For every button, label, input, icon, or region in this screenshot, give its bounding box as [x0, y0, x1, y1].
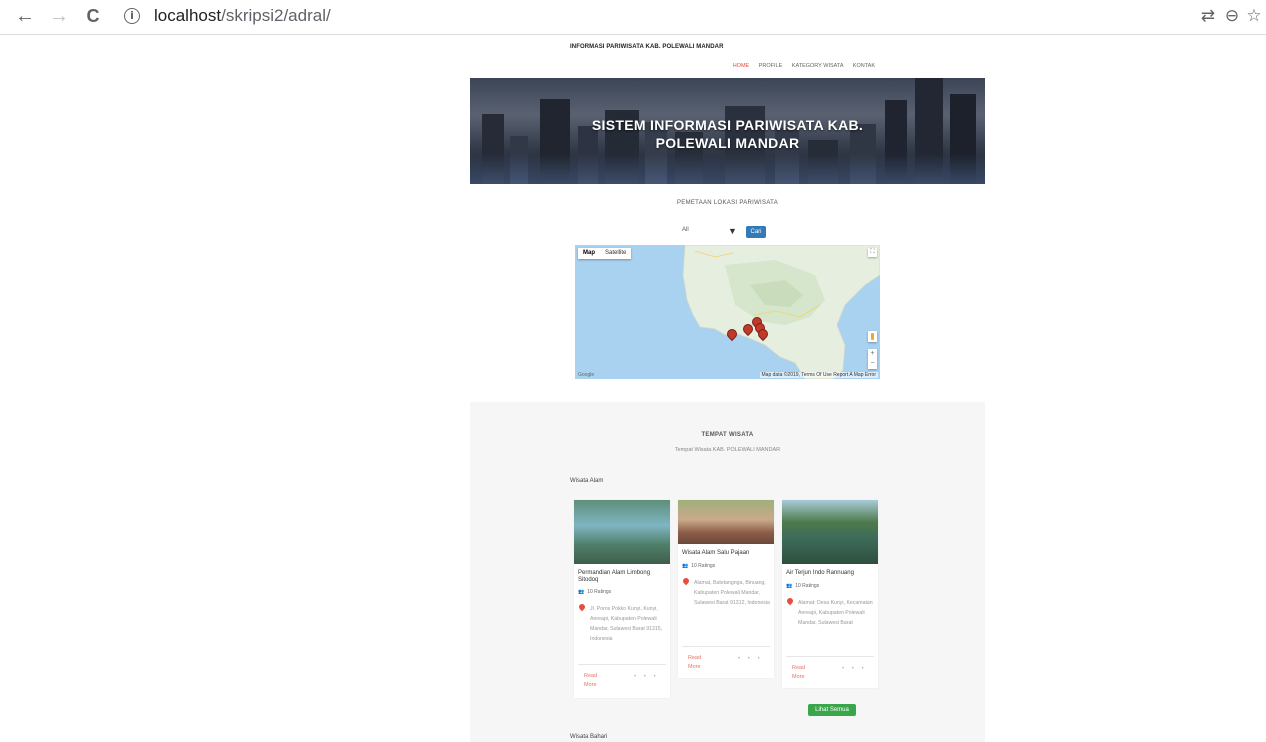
forward-arrow-icon[interactable]: → [48, 5, 70, 27]
url-host: localhost [154, 6, 222, 25]
card-rating: 👥 10 Ratings [682, 563, 715, 569]
tempat-wisata-section: TEMPAT WISATA Tempat Wisata KAB. POLEWAL… [470, 402, 985, 742]
wisata-photo[interactable] [574, 500, 670, 564]
reload-icon[interactable]: C [82, 5, 104, 27]
zoom-icon[interactable]: ⊖ [1222, 6, 1242, 26]
card-rating-text: 10 Ratings [795, 583, 820, 589]
card-address-text: Jl. Poros Pokko Kunyi, Kunyi, Anreapi, K… [590, 606, 663, 642]
menu-home[interactable]: HOME [733, 63, 750, 69]
wisata-card: Wisata Alam Salu Pajaan 👥 10 Ratings Alam… [678, 500, 774, 678]
info-icon[interactable]: i [124, 8, 140, 24]
card-dots: • • • [738, 656, 763, 662]
dropdown-arrow-icon: ▼ [728, 226, 737, 236]
category-select-value: All [682, 227, 689, 233]
hero-title-line1: SISTEM INFORMASI PARIWISATA KAB. [591, 117, 864, 133]
card-rating-text: 10 Ratings [587, 589, 612, 595]
card-divider [578, 664, 666, 665]
card-rating-text: 10 Ratings [691, 563, 716, 569]
pegman-icon[interactable] [868, 331, 877, 342]
card-address-text: Alamat, Batetangnga, Binuang, Kabupaten … [694, 580, 770, 606]
card-address: Alamat, Batetangnga, Binuang, Kabupaten … [681, 576, 770, 608]
hero-banner: SISTEM INFORMASI PARIWISATA KAB. POLEWAL… [470, 78, 985, 184]
card-address: Jl. Poros Pokko Kunyi, Kunyi, Anreapi, K… [577, 602, 666, 644]
back-arrow-icon[interactable]: ← [14, 5, 36, 27]
user-group-icon: 👥 [578, 589, 585, 595]
read-more-link[interactable]: Read More [584, 672, 606, 690]
card-rating: 👥 10 Ratings [578, 589, 611, 595]
wisata-card: Air Terjun Indo Rannuang 👥 10 Ratings Ala… [782, 500, 878, 688]
card-address-text: Alamat: Desa Kunyi, Kecamatan Anreapi, K… [798, 600, 873, 626]
read-more-link[interactable]: Read More [792, 664, 814, 682]
card-title[interactable]: Wisata Alam Salu Pajaan [682, 550, 749, 557]
card-divider [682, 646, 770, 647]
zoom-in-button[interactable]: + [868, 349, 877, 359]
menu-kategory-wisata[interactable]: KATEGORY WISATA [792, 63, 843, 69]
card-rating: 👥 10 Ratings [786, 583, 819, 589]
translate-icon[interactable]: ⇄ [1198, 6, 1218, 26]
user-group-icon: 👥 [682, 563, 689, 569]
menu-kontak[interactable]: KONTAK [853, 63, 875, 69]
wisata-photo[interactable] [678, 500, 774, 544]
google-logo: Google [578, 372, 595, 378]
map-zoom-control: + − [868, 349, 877, 369]
map-type-map-button[interactable]: Map [578, 248, 600, 259]
see-all-button[interactable]: Lihat Semua [808, 704, 856, 716]
category-select[interactable]: All ▼ [682, 226, 742, 239]
card-address: Alamat: Desa Kunyi, Kecamatan Anreapi, K… [785, 596, 874, 628]
main-menu: HOME PROFILE KATEGORY WISATA KONTAK [725, 63, 875, 69]
url-path: /skripsi2/adral/ [221, 6, 331, 25]
read-more-link[interactable]: Read More [688, 654, 710, 672]
wisata-card: Permandian Alam Limbong Sitodoq 👥 10 Rati… [574, 500, 670, 698]
fullscreen-icon[interactable]: ⛶ [868, 248, 877, 257]
url-text[interactable]: localhost/skripsi2/adral/ [154, 6, 331, 26]
category-label-alam: Wisata Alam [570, 478, 604, 484]
card-dots: • • • [842, 666, 867, 672]
map-view[interactable]: Map Satellite ⛶ + − Google Map data ©2019… [575, 245, 880, 379]
map-attribution[interactable]: Map data ©2019, Terms Of Use Report A Ma… [759, 372, 878, 378]
wisata-photo[interactable] [782, 500, 878, 564]
map-type-satellite-button[interactable]: Satellite [600, 248, 631, 259]
map-type-control: Map Satellite [578, 248, 632, 259]
hero-title-line2: POLEWALI MANDAR [655, 135, 800, 151]
tempat-wisata-subtitle: Tempat Wisata KAB. POLEWALI MANDAR [674, 447, 781, 453]
category-label-bahari: Wisata Bahari [570, 734, 608, 740]
zoom-out-button[interactable]: − [868, 359, 877, 369]
address-bar[interactable]: i localhost/skripsi2/adral/ [118, 3, 1198, 31]
tempat-wisata-title: TEMPAT WISATA [701, 432, 754, 438]
card-dots: • • • [634, 674, 659, 680]
card-divider [786, 656, 874, 657]
menu-profile[interactable]: PROFILE [759, 63, 783, 69]
search-button[interactable]: Cari [746, 226, 766, 238]
user-group-icon: 👥 [786, 583, 793, 589]
card-title[interactable]: Air Terjun Indo Rannuang [786, 570, 854, 577]
map-land-shape [682, 245, 880, 379]
browser-toolbar: ← → C i localhost/skripsi2/adral/ ⇄ ⊖ ☆ [0, 0, 1266, 35]
bookmark-star-icon[interactable]: ☆ [1244, 6, 1264, 26]
hero-title: SISTEM INFORMASI PARIWISATA KAB. POLEWAL… [470, 116, 985, 152]
card-title[interactable]: Permandian Alam Limbong Sitodoq [578, 570, 670, 584]
site-title: INFORMASI PARIWISATA KAB. POLEWALI MANDA… [570, 44, 724, 50]
map-section-title: PEMETAAN LOKASI PARIWISATA [676, 200, 779, 206]
